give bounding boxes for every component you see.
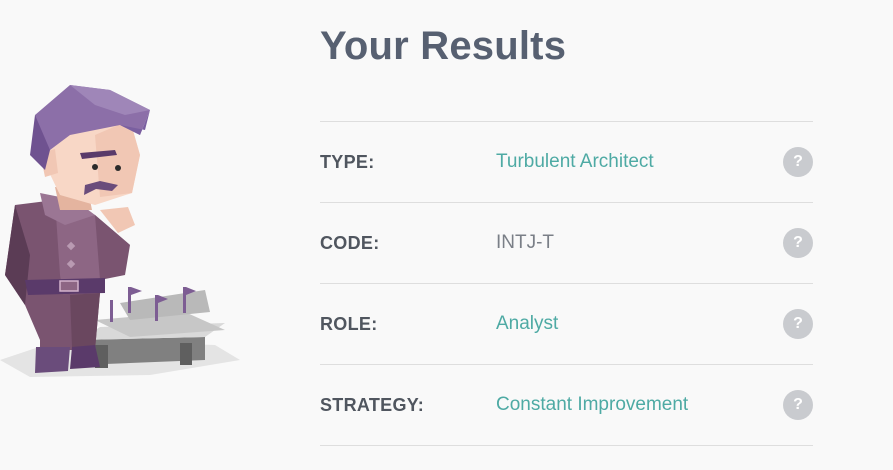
result-value: Turbulent Architect [496,151,654,172]
result-row-role: ROLE: Analyst ? [320,284,813,365]
result-row-strategy: STRATEGY: Constant Improvement ? [320,365,813,446]
result-row-type: TYPE: Turbulent Architect ? [320,122,813,203]
result-value: Constant Improvement [496,394,689,415]
question-circle-icon[interactable]: ? [783,228,813,258]
result-label: CODE: [320,232,380,253]
result-value: Analyst [496,313,559,334]
result-value: INTJ-T [496,232,555,253]
question-circle-icon[interactable]: ? [783,309,813,339]
result-row-code: CODE: INTJ-T ? [320,203,813,284]
result-label: ROLE: [320,313,378,334]
results-list: TYPE: Turbulent Architect ? CODE: INTJ-T… [320,121,813,446]
question-circle-icon[interactable]: ? [783,390,813,420]
question-circle-icon[interactable]: ? [783,147,813,177]
result-label: STRATEGY: [320,394,425,415]
result-label: TYPE: [320,151,375,172]
architect-character-illustration [0,85,240,377]
page-title: Your Results [320,24,567,68]
